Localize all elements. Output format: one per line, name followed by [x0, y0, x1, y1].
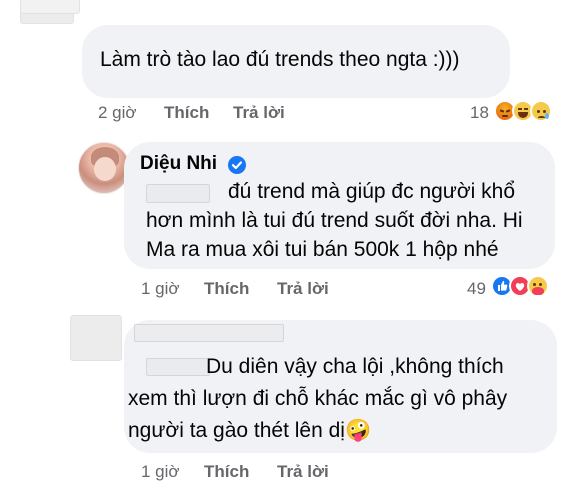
reply-button[interactable]: Trả lời	[277, 279, 329, 299]
comment-time[interactable]: 1 giờ	[141, 279, 180, 299]
like-button[interactable]: Thích	[204, 462, 249, 482]
comment-time[interactable]: 1 giờ	[141, 462, 180, 482]
comment-text-line: hơn mình là tui đú trend suốt đời nha. H…	[146, 209, 523, 232]
comment-bubble: Làm trò tào lao đú trends theo ngta :)))	[82, 25, 510, 98]
redacted-name	[134, 324, 284, 342]
comment-text-line: Ma ra mua xôi tui bán 500k 1 hộp nhé	[146, 238, 499, 261]
reaction-count[interactable]: 49	[467, 279, 486, 299]
like-button[interactable]: Thích	[164, 103, 209, 123]
care-icon	[527, 275, 549, 297]
reaction-count[interactable]: 18	[470, 103, 489, 123]
reaction-summary[interactable]	[491, 275, 571, 301]
redacted-name	[20, 0, 80, 14]
avatar[interactable]	[78, 142, 130, 194]
comment-bubble: Du diên vậy cha lội ,không thích xem thì…	[124, 320, 557, 453]
mention-tag[interactable]	[146, 184, 210, 203]
comment-text-line: người ta gào thét lên dị🤪	[128, 419, 372, 442]
comment-text-line: đú trend mà giúp đc người khổ	[228, 180, 515, 203]
like-button[interactable]: Thích	[204, 279, 249, 299]
reply-button[interactable]: Trả lời	[233, 103, 285, 123]
comment-thread: Làm trò tào lao đú trends theo ngta :)))…	[0, 0, 580, 503]
reaction-summary[interactable]	[494, 100, 564, 126]
comment-text: Làm trò tào lao đú trends theo ngta :)))	[100, 48, 460, 71]
comment-time[interactable]: 2 giờ	[98, 103, 137, 123]
comment-text-line: xem thì lượn đi chỗ khác mắc gì vô phây	[128, 387, 508, 410]
comment-bubble: Diệu Nhi đú trend mà giúp đc người khổ h…	[124, 142, 555, 269]
sad-icon	[530, 100, 552, 122]
mention-tag[interactable]	[146, 358, 210, 376]
verified-icon	[228, 156, 246, 174]
comment-text-line: Du diên vậy cha lội ,không thích	[206, 355, 504, 378]
avatar[interactable]	[70, 315, 122, 361]
comment-author[interactable]: Diệu Nhi	[140, 153, 217, 175]
reply-button[interactable]: Trả lời	[277, 462, 329, 482]
